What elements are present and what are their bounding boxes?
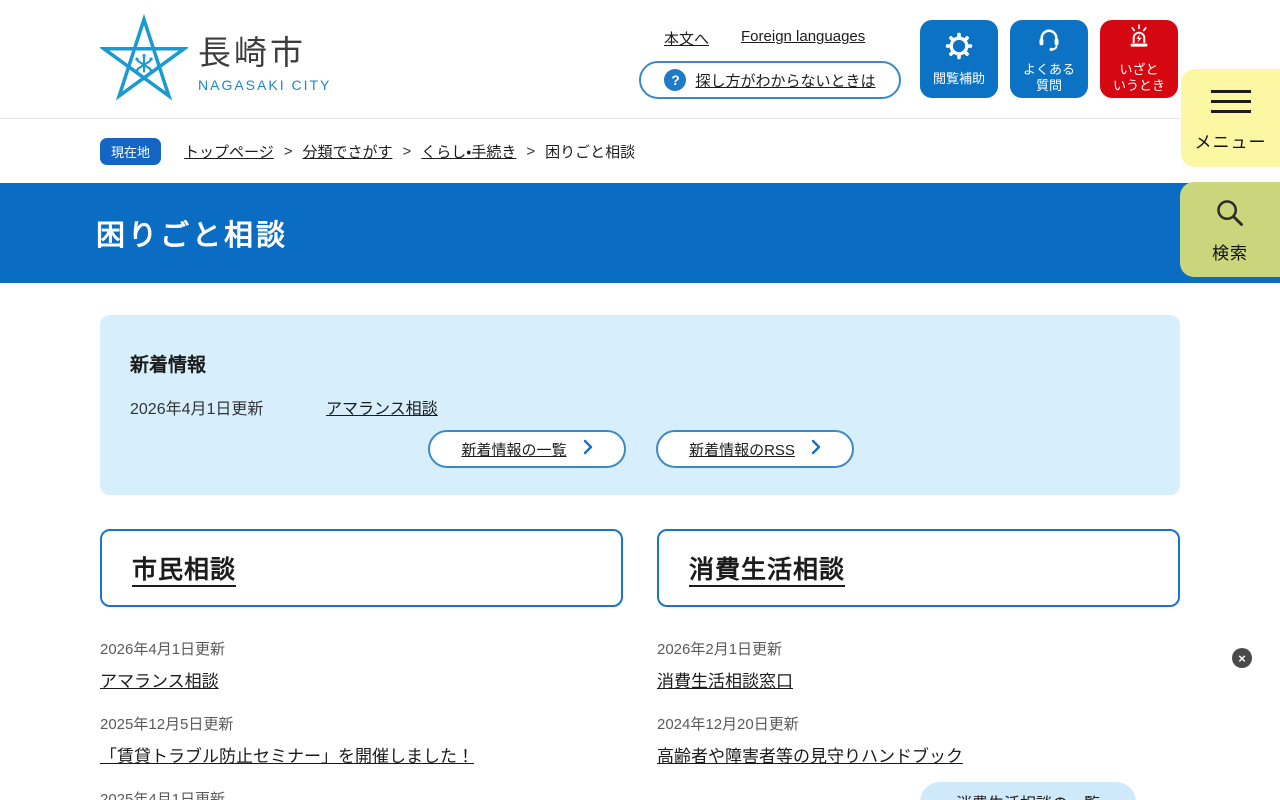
article-date: 2025年4月1日更新 <box>100 791 226 800</box>
close-icon: × <box>1238 650 1246 666</box>
nagasaki-star-icon <box>98 13 190 111</box>
faq-button-label: よくある 質問 <box>1022 61 1075 93</box>
section-consumer-heading: 消費生活相談 <box>689 556 846 584</box>
list-item: 2025年4月1日更新 <box>100 788 623 800</box>
article-date: 2026年2月1日更新 <box>657 641 783 658</box>
consumer-list-button-label: 消費生活相談の一覧 <box>956 790 1100 800</box>
article-link[interactable]: 高齢者や障害者等の見守りハンドブック <box>657 742 963 767</box>
article-link[interactable]: アマランス相談 <box>100 667 219 692</box>
headset-icon <box>1035 24 1063 57</box>
news-entry: 2026年4月1日更新 アマランス相談 <box>130 395 438 419</box>
article-date: 2024年12月20日更新 <box>657 716 799 733</box>
article-date: 2026年4月1日更新 <box>100 641 226 658</box>
article-link[interactable]: 「賃貸トラブル防止セミナー」を開催しました！ <box>100 742 474 767</box>
breadcrumb-link-living[interactable]: くらし・手続き <box>421 141 516 162</box>
skip-to-content-link[interactable]: 本文へ <box>664 28 709 49</box>
article-date: 2025年12月5日更新 <box>100 716 234 733</box>
search-help-button[interactable]: ? 探し方がわからないときは <box>639 61 901 99</box>
utility-links: 本文へ Foreign languages <box>664 28 865 49</box>
search-help-label: 探し方がわからないときは <box>695 72 876 90</box>
news-rss-button[interactable]: 新着情報のRSS <box>656 430 854 468</box>
breadcrumb-link-home[interactable]: トップページ <box>184 141 274 162</box>
list-item: 2024年12月20日更新 高齢者や障害者等の見守りハンドブック <box>657 713 1180 767</box>
article-link[interactable]: 消費生活相談窓口 <box>657 667 793 692</box>
news-heading: 新着情報 <box>130 355 207 376</box>
chevron-right-icon <box>811 439 821 460</box>
citizen-article-list: 2026年4月1日更新 アマランス相談 2025年12月5日更新 「賃貸トラブル… <box>100 638 623 800</box>
chevron-right-icon <box>583 439 593 460</box>
question-icon: ? <box>664 69 687 91</box>
consumer-article-list: 2026年2月1日更新 消費生活相談窓口 2024年12月20日更新 高齢者や障… <box>657 638 1180 767</box>
consumer-list-button[interactable]: 消費生活相談の一覧 <box>920 782 1136 800</box>
menu-tab-label: メニュー <box>1194 133 1267 152</box>
section-consumer-consultation: 消費生活相談 2026年2月1日更新 消費生活相談窓口 2024年12月20日更… <box>657 529 1180 788</box>
page-title-banner: 困りごと相談 <box>0 183 1280 283</box>
faq-button[interactable]: よくある 質問 <box>1010 20 1088 98</box>
accessibility-button-label: 閲覧補助 <box>932 70 985 86</box>
logo-text: 長崎市 NAGASAKI CITY <box>198 14 331 93</box>
emergency-button[interactable]: いざと いうとき <box>1100 20 1178 98</box>
page-title: 困りごと相談 <box>96 220 289 252</box>
news-box: 新着情報 2026年4月1日更新 アマランス相談 新着情報の一覧 新着情報のRS… <box>100 315 1180 495</box>
breadcrumb-separator: > <box>526 142 536 160</box>
breadcrumb-link-category[interactable]: 分類でさがす <box>302 141 392 162</box>
gear-icon <box>944 31 974 66</box>
search-icon <box>1212 195 1248 236</box>
breadcrumb-current-page: 困りごと相談 <box>545 143 636 161</box>
section-citizen-heading: 市民相談 <box>132 556 237 584</box>
section-citizen-consultation: 市民相談 2026年4月1日更新 アマランス相談 2025年12月5日更新 「賃… <box>100 529 623 800</box>
breadcrumb: 現在地 トップページ > 分類でさがす > くらし・手続き > 困りごと相談 <box>0 119 1280 183</box>
list-item: 2025年12月5日更新 「賃貸トラブル防止セミナー」を開催しました！ <box>100 713 623 767</box>
foreign-languages-link[interactable]: Foreign languages <box>741 28 865 49</box>
search-tab-label: 検索 <box>1212 244 1248 263</box>
breadcrumb-separator: > <box>283 142 293 160</box>
emergency-button-label: いざと いうとき <box>1112 61 1165 93</box>
site-logo[interactable]: 長崎市 NAGASAKI CITY <box>98 13 331 111</box>
current-location-badge: 現在地 <box>100 137 162 165</box>
list-item: 2026年4月1日更新 アマランス相談 <box>100 638 623 692</box>
menu-tab-button[interactable]: メニュー <box>1181 69 1280 167</box>
accessibility-button[interactable]: 閲覧補助 <box>920 20 998 98</box>
section-consumer-header-box[interactable]: 消費生活相談 <box>657 529 1180 607</box>
hamburger-icon <box>1210 83 1251 120</box>
close-widget-button[interactable]: × <box>1232 648 1252 668</box>
news-list-button-label: 新着情報の一覧 <box>461 441 567 459</box>
logo-city-name: 長崎市 <box>198 34 306 71</box>
site-header: 長崎市 NAGASAKI CITY 本文へ Foreign languages … <box>0 0 1280 119</box>
news-list-button[interactable]: 新着情報の一覧 <box>428 430 626 468</box>
news-entry-link[interactable]: アマランス相談 <box>326 395 438 419</box>
breadcrumb-separator: > <box>402 142 412 160</box>
news-rss-button-label: 新着情報のRSS <box>689 441 795 459</box>
logo-city-name-en: NAGASAKI CITY <box>198 77 332 93</box>
siren-icon <box>1125 24 1153 57</box>
list-item: 2026年2月1日更新 消費生活相談窓口 <box>657 638 1180 692</box>
page: 長崎市 NAGASAKI CITY 本文へ Foreign languages … <box>0 0 1280 800</box>
search-tab-button[interactable]: 検索 <box>1180 182 1280 277</box>
news-entry-date: 2026年4月1日更新 <box>130 401 264 418</box>
section-citizen-header-box[interactable]: 市民相談 <box>100 529 623 607</box>
